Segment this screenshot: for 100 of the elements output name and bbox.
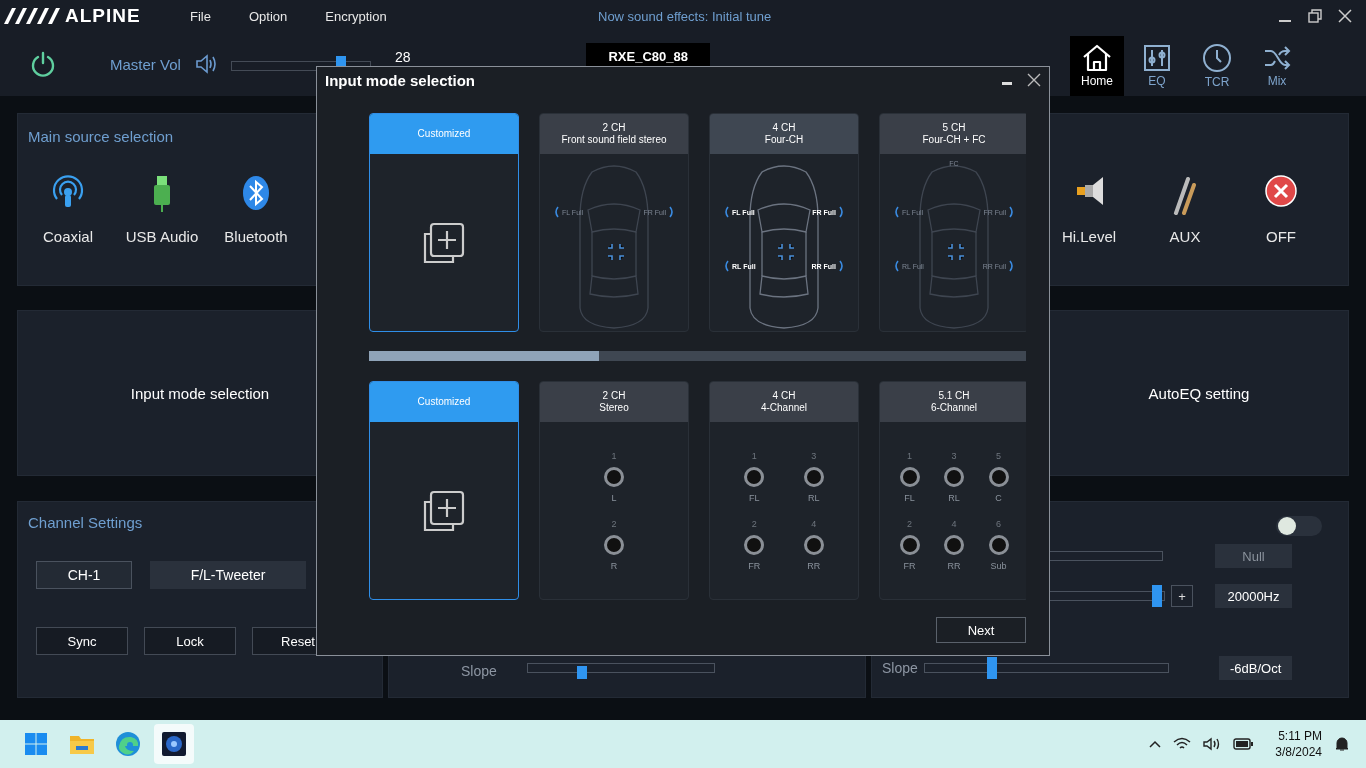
jack-icon [898, 533, 921, 556]
mode-card[interactable]: 5.1 CH 6-Channel 1 FL 3 RL 5 C 2 FR 4 RR 6 Sub [879, 381, 1026, 600]
jack-icon [943, 533, 965, 556]
time-text: 5:11 PM [1278, 728, 1322, 744]
jack-icon [603, 465, 625, 488]
speaker-icon [669, 206, 674, 218]
menu-item[interactable]: File [190, 8, 211, 24]
source-option[interactable]: Hi.Level [1049, 175, 1129, 245]
port-number: 4 [951, 518, 957, 529]
date-text: 3/8/2024 [1275, 744, 1322, 760]
speaker-icon [839, 260, 844, 272]
value-field: 20000Hz [1215, 584, 1292, 608]
source-option[interactable]: OFF [1241, 175, 1321, 245]
card-subtitle: Four-CH + FC [922, 134, 986, 146]
next-button[interactable]: Next [936, 617, 1026, 643]
panel-title: Channel Settings [28, 514, 144, 531]
source-option[interactable]: Bluetooth [216, 175, 296, 245]
slider-thumb[interactable] [1152, 585, 1163, 607]
nav-tab[interactable]: TCR [1190, 36, 1244, 96]
speaker-icon [554, 206, 559, 218]
mode-card[interactable]: 4 CH 4-Channel 1 FL 3 RL 2 FR 4 RR [709, 381, 859, 600]
plus-button[interactable]: + [1171, 585, 1193, 607]
master-vol-label: Master Vol [110, 55, 181, 73]
clock[interactable]: 5:11 PM 3/8/2024 [1275, 728, 1322, 760]
power-icon[interactable] [30, 51, 56, 77]
port-label: L [611, 492, 617, 503]
port-number: 2 [907, 518, 912, 529]
speaker-icon[interactable] [194, 53, 219, 75]
card-title: 2 CH [602, 122, 626, 134]
nav-tab[interactable]: Home [1070, 36, 1124, 96]
jack-icon [743, 533, 766, 556]
folder-icon [69, 733, 95, 755]
speaker-icon [1009, 206, 1014, 218]
port-label: FR [748, 560, 761, 571]
toggle-switch[interactable] [1276, 516, 1322, 536]
source-option[interactable]: AUX [1145, 175, 1225, 245]
panel-title: Main source selection [28, 128, 174, 145]
usb-stick-icon [152, 175, 172, 213]
port-number: 1 [611, 450, 617, 461]
restore-icon[interactable] [1308, 9, 1322, 23]
port-label: FL [904, 492, 915, 503]
bell-icon[interactable] [1334, 736, 1350, 752]
battery-icon[interactable] [1233, 738, 1254, 750]
source-option[interactable]: Coaxial [28, 175, 108, 245]
port-label: FR [903, 560, 916, 571]
channel-button[interactable]: Lock [144, 627, 236, 655]
home-icon [1082, 44, 1112, 72]
channel-field[interactable]: CH-1 [36, 561, 132, 589]
card-title: Customized [417, 396, 471, 408]
menu-item[interactable]: Encryption [325, 8, 387, 24]
jack-icon [603, 533, 625, 556]
port-number: 3 [811, 450, 817, 461]
mode-card[interactable]: 2 CH Stereo 1 L 2 R [539, 381, 689, 600]
nav-tab[interactable]: Mix [1250, 36, 1304, 96]
chevron-up-icon[interactable] [1149, 740, 1162, 748]
speaker-field[interactable]: F/L-Tweeter [150, 561, 306, 589]
jack-icon [802, 465, 825, 488]
port-label: RR [807, 560, 821, 571]
nav-tab[interactable]: EQ [1130, 36, 1184, 96]
bluetooth-icon [242, 175, 270, 211]
shuffle-icon [1263, 44, 1291, 72]
speaker-icon [724, 206, 729, 218]
volume-value: 28 [394, 49, 411, 65]
close-icon[interactable] [1338, 9, 1352, 23]
source-option[interactable]: USB Audio [122, 175, 202, 245]
browser-icon [115, 731, 141, 757]
value-field: -6dB/Oct [1219, 656, 1292, 680]
close-icon[interactable] [1027, 73, 1041, 87]
card-title: Customized [417, 128, 471, 140]
slider-thumb[interactable] [987, 657, 998, 679]
dialog-title: Input mode selection [325, 71, 476, 89]
port-number: 1 [907, 450, 912, 461]
jack-icon [943, 465, 965, 488]
speaker-icon [894, 260, 899, 272]
card-title: 4 CH [772, 122, 796, 134]
port-label: C [995, 492, 1002, 503]
menu-item[interactable]: Option [248, 8, 288, 24]
wifi-icon[interactable] [1173, 737, 1192, 751]
logo-icon [4, 8, 62, 24]
port-label: FL [749, 492, 760, 503]
port-number: 2 [611, 518, 617, 529]
channel-button[interactable]: Sync [36, 627, 128, 655]
card-subtitle: Four-CH [764, 134, 804, 146]
port-label: Sub [990, 560, 1007, 571]
port-label: RL [948, 492, 960, 503]
off-icon [1265, 175, 1297, 207]
speaker-icon [724, 260, 729, 272]
card-subtitle: 6-Channel [930, 402, 978, 414]
taskbar-app[interactable] [154, 724, 194, 764]
card-title: 5.1 CH [938, 390, 970, 402]
autoeq-panel[interactable]: AutoEQ setting [1049, 310, 1349, 476]
port-label: R [610, 560, 618, 571]
volume-icon[interactable] [1203, 737, 1222, 751]
speaker-icon [1009, 260, 1014, 272]
slider-thumb[interactable] [576, 666, 587, 679]
clock-icon [1202, 43, 1232, 73]
value-field: Null [1215, 544, 1292, 568]
card-title: 4 CH [772, 390, 796, 402]
slope-slider[interactable] [527, 663, 715, 679]
status-text: Now sound effects: Initial tune [598, 8, 773, 24]
